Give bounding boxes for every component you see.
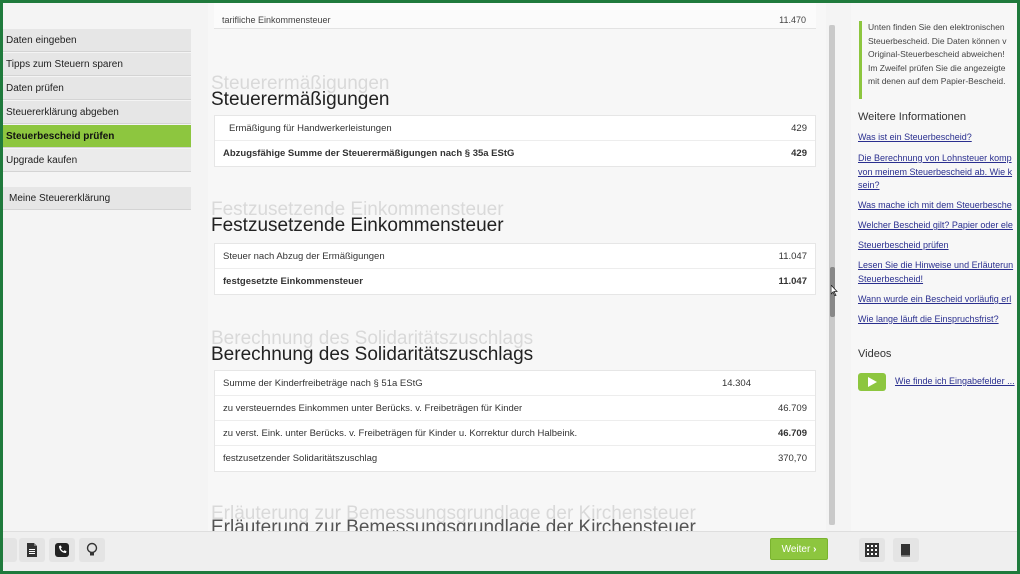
- sidebar-item-meine-steuererklaerung[interactable]: Meine Steuererklärung: [3, 187, 191, 210]
- row-label: Steuer nach Abzug der Ermäßigungen: [223, 251, 385, 262]
- row-label: zu verst. Eink. unter Berücks. v. Freibe…: [223, 428, 578, 439]
- table-row: festzusetzender Solidaritätszuschlag 370…: [215, 446, 815, 471]
- row-value: 46.709: [777, 428, 807, 439]
- sidebar-item-abgeben[interactable]: Steuererklärung abgeben: [3, 101, 191, 124]
- row-value: 429: [791, 123, 807, 134]
- info-line: Im Zweifel prüfen Sie die angezeigte: [868, 62, 1006, 73]
- app-window: Daten eingeben Tipps zum Steuern sparen …: [3, 3, 1017, 571]
- row-label: tarifliche Einkommensteuer: [222, 15, 331, 25]
- row-label: Abzugsfähige Summe der Steuerermäßigunge…: [223, 148, 515, 159]
- row-label: festgesetzte Einkommensteuer: [223, 276, 363, 287]
- info-link[interactable]: Steuerbescheid prüfen: [858, 239, 949, 253]
- sidebar: Daten eingeben Tipps zum Steuern sparen …: [3, 3, 191, 531]
- bottom-toolbar: [3, 531, 1017, 571]
- sidebar-item-tipps[interactable]: Tipps zum Steuern sparen: [3, 53, 191, 76]
- link-line: Die Berechnung von Lohnsteuer komp: [858, 153, 1012, 163]
- link-line: Welcher Bescheid gilt? Papier oder ele: [858, 220, 1013, 230]
- sidebar-item-steuerbescheid[interactable]: Steuerbescheid prüfen: [3, 125, 191, 148]
- section-table: Summe der Kinderfreibeträge nach § 51a E…: [214, 370, 816, 472]
- phone-icon[interactable]: [49, 538, 75, 562]
- link-line: Was mache ich mit dem Steuerbesche: [858, 200, 1012, 210]
- table-row: zu verst. Eink. unter Berücks. v. Freibe…: [215, 421, 815, 446]
- sidebar-item-daten-eingeben[interactable]: Daten eingeben: [3, 29, 191, 52]
- info-line: mit denen auf dem Papier-Bescheid.: [868, 76, 1006, 86]
- row-value: 46.709: [777, 403, 807, 414]
- row-value: 11.047: [778, 276, 807, 287]
- section-title: Erläuterung zur Bemessungsgrundlage der …: [211, 517, 696, 531]
- sidebar-item-upgrade[interactable]: Upgrade kaufen: [3, 149, 191, 172]
- info-link[interactable]: Lesen Sie die Hinweise und Erläuterun St…: [858, 259, 1013, 286]
- link-line: von meinem Steuerbescheid ab. Wie k: [858, 166, 1013, 177]
- table-row: Summe der Kinderfreibeträge nach § 51a E…: [215, 371, 815, 396]
- row-label: festzusetzender Solidaritätszuschlag: [223, 453, 378, 464]
- sidebar-item-daten-pruefen[interactable]: Daten prüfen: [3, 77, 191, 100]
- row-label: Summe der Kinderfreibeträge nach § 51a E…: [223, 378, 423, 389]
- videos-heading: Videos: [858, 348, 892, 360]
- section-title: Festzusetzende Einkommensteuer: [211, 215, 504, 236]
- link-line: Lesen Sie die Hinweise und Erläuterun: [858, 260, 1014, 270]
- row-value: 11.470: [779, 15, 806, 25]
- info-line: Unten finden Sie den elektronischen: [868, 22, 1005, 32]
- row-label: zu versteuerndes Einkommen unter Berücks…: [223, 403, 523, 414]
- row-value: 429: [791, 148, 807, 159]
- table-row: Abzugsfähige Summe der Steuerermäßigunge…: [215, 141, 815, 166]
- row-value: 370,70: [777, 453, 807, 464]
- section-title: Berechnung des Solidaritätszuschlags: [211, 344, 534, 365]
- info-link[interactable]: Was mache ich mit dem Steuerbesche: [858, 199, 1012, 213]
- book-icon[interactable]: [893, 538, 919, 562]
- link-line: Wann wurde ein Bescheid vorläufig erl: [858, 294, 1012, 304]
- more-info-heading: Weitere Informationen: [858, 111, 967, 123]
- section-title: Steuerermäßigungen: [211, 89, 390, 110]
- video-link[interactable]: Wie finde ich Eingabefelder ...: [895, 375, 1015, 389]
- link-line: Was ist ein Steuerbescheid?: [858, 132, 972, 142]
- info-link[interactable]: Die Berechnung von Lohnsteuer komp von m…: [858, 152, 1012, 193]
- section-table: Ermäßigung für Handwerkerleistungen 429 …: [214, 115, 816, 167]
- info-line: Original-Steuerbescheid abweichen!: [868, 49, 1005, 59]
- main-content: tarifliche Einkommensteuer 11.470 Steuer…: [208, 3, 826, 531]
- link-line: sein?: [858, 180, 880, 190]
- weiter-button[interactable]: Weiter ›: [770, 538, 828, 560]
- row-label: Ermäßigung für Handwerkerleistungen: [229, 123, 392, 134]
- table-row: tarifliche Einkommensteuer 11.470: [214, 3, 816, 29]
- info-line: Steuerbescheid. Die Daten können v: [868, 35, 1007, 46]
- mouse-cursor-icon: [831, 285, 838, 296]
- play-icon[interactable]: [858, 373, 886, 391]
- row-value: 14.304: [721, 378, 751, 389]
- info-box: Unten finden Sie den elektronischen Steu…: [859, 21, 1017, 99]
- lightbulb-icon[interactable]: [79, 538, 105, 562]
- row-value: 11.047: [778, 251, 807, 262]
- chevron-right-icon: ›: [813, 544, 817, 555]
- info-link[interactable]: Was ist ein Steuerbescheid?: [858, 131, 972, 145]
- document-icon[interactable]: [19, 538, 45, 562]
- weiter-label: Weiter: [781, 544, 811, 555]
- right-sidebar: Unten finden Sie den elektronischen Steu…: [851, 3, 1017, 531]
- link-line: Steuerbescheid prüfen: [858, 240, 949, 250]
- link-line: Steuerbescheid!: [858, 273, 924, 284]
- calculator-icon[interactable]: [859, 538, 885, 562]
- table-row: festgesetzte Einkommensteuer 11.047: [215, 269, 815, 294]
- link-line: Wie lange läuft die Einspruchsfrist?: [858, 314, 999, 324]
- table-row: Steuer nach Abzug der Ermäßigungen 11.04…: [215, 244, 815, 269]
- info-link[interactable]: Wie lange läuft die Einspruchsfrist?: [858, 313, 999, 327]
- table-row: zu versteuerndes Einkommen unter Berücks…: [215, 396, 815, 421]
- section-table: Steuer nach Abzug der Ermäßigungen 11.04…: [214, 243, 816, 295]
- toolbar-button[interactable]: [3, 538, 17, 562]
- info-link[interactable]: Welcher Bescheid gilt? Papier oder ele: [858, 219, 1013, 233]
- table-row: Ermäßigung für Handwerkerleistungen 429: [215, 116, 815, 141]
- info-link[interactable]: Wann wurde ein Bescheid vorläufig erl: [858, 293, 1011, 307]
